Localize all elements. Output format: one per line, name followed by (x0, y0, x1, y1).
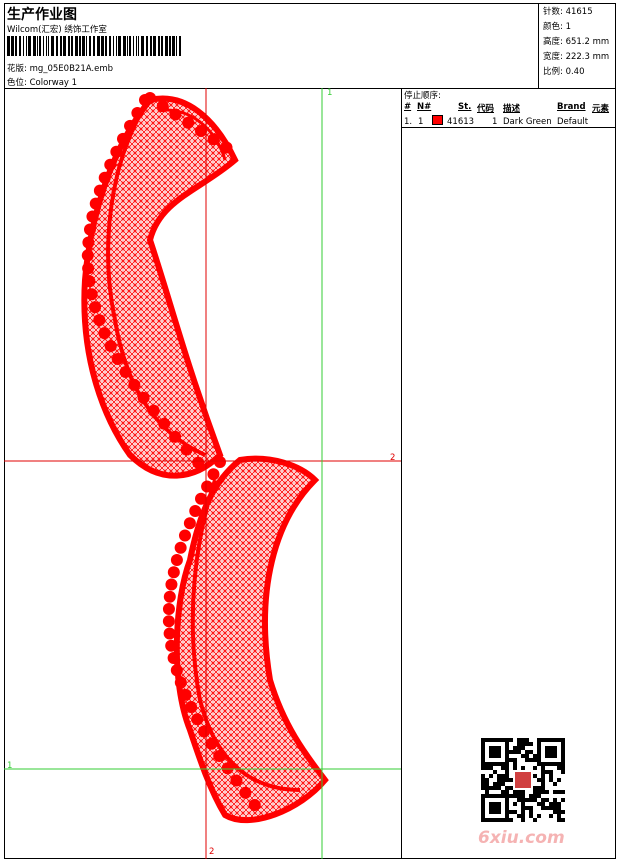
collar-piece-upper (81, 95, 239, 479)
guide-label-bottom: 2 (209, 847, 215, 857)
embroidery-preview (4, 88, 401, 859)
guide-label-top: 1 (327, 88, 333, 98)
guide-label-left: 1 (7, 761, 13, 771)
watermark-text: 6xiu.com (478, 828, 565, 848)
guide-label-right: 2 (390, 453, 396, 463)
qr-code-image (481, 738, 565, 822)
